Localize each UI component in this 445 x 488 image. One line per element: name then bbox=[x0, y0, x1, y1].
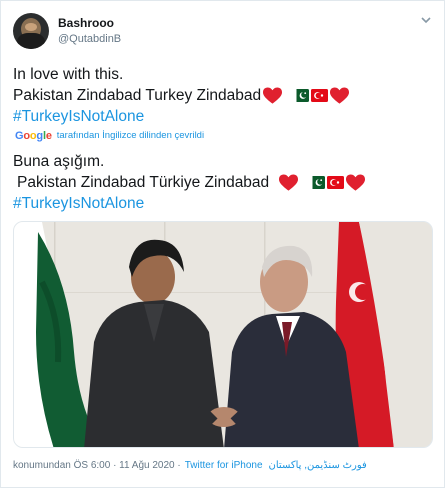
tweet-photo[interactable] bbox=[13, 221, 433, 448]
red-heart-emoji-icon bbox=[279, 173, 299, 191]
pakistan-flag-icon bbox=[308, 176, 326, 189]
translated-hashtag-link[interactable]: #TurkeyIsNotAlone bbox=[13, 193, 433, 214]
translated-line-2: Pakistan Zindabad Türkiye Zindabad bbox=[13, 172, 433, 193]
author-display-name[interactable]: Bashrooo bbox=[58, 15, 121, 31]
chevron-down-icon[interactable] bbox=[420, 15, 432, 25]
photo-illustration bbox=[14, 222, 432, 447]
red-heart-emoji-icon bbox=[346, 173, 366, 191]
tweet-location-link[interactable]: فورٹ سنڈیمن, پاکستان bbox=[269, 460, 367, 471]
tweet-timestamp[interactable]: konumundan ÖS 6:00 · 11 Ağu 2020 · bbox=[13, 460, 181, 471]
tweet-line-2-text: Pakistan Zindabad Turkey Zindabad bbox=[13, 87, 262, 104]
red-heart-emoji-icon bbox=[330, 86, 350, 104]
author-names: Bashrooo @QutabdinB bbox=[58, 15, 121, 47]
pakistan-flag-icon bbox=[292, 89, 310, 102]
turkey-flag-icon bbox=[327, 176, 345, 189]
google-logo: Google bbox=[15, 130, 52, 142]
translation-notice: Google tarafından İngilizce dilinden çev… bbox=[15, 130, 204, 142]
red-heart-emoji-icon bbox=[263, 86, 283, 104]
tweet-text: In love with this. Pakistan Zindabad Tur… bbox=[13, 64, 433, 127]
tweet-header: Bashrooo @QutabdinB bbox=[13, 13, 121, 49]
author-handle[interactable]: @QutabdinB bbox=[58, 31, 121, 47]
tweet-footer: konumundan ÖS 6:00 · 11 Ağu 2020 · Twitt… bbox=[13, 460, 433, 471]
tweet-line-2: Pakistan Zindabad Turkey Zindabad bbox=[13, 85, 433, 106]
translated-text: Buna aşığım. Pakistan Zindabad Türkiye Z… bbox=[13, 151, 433, 214]
hashtag-link[interactable]: #TurkeyIsNotAlone bbox=[13, 106, 433, 127]
translation-notice-text[interactable]: tarafından İngilizce dilinden çevrildi bbox=[57, 130, 204, 142]
translated-line-1: Buna aşığım. bbox=[13, 152, 105, 170]
tweet-line-1: In love with this. bbox=[13, 66, 124, 83]
avatar[interactable] bbox=[13, 13, 49, 49]
tweet-client-link[interactable]: Twitter for iPhone bbox=[185, 460, 263, 471]
translated-line-2-text: Pakistan Zindabad Türkiye Zindabad bbox=[17, 173, 270, 191]
turkey-flag-icon bbox=[311, 89, 329, 102]
tweet-card: Bashrooo @QutabdinB In love with this. P… bbox=[0, 0, 445, 488]
